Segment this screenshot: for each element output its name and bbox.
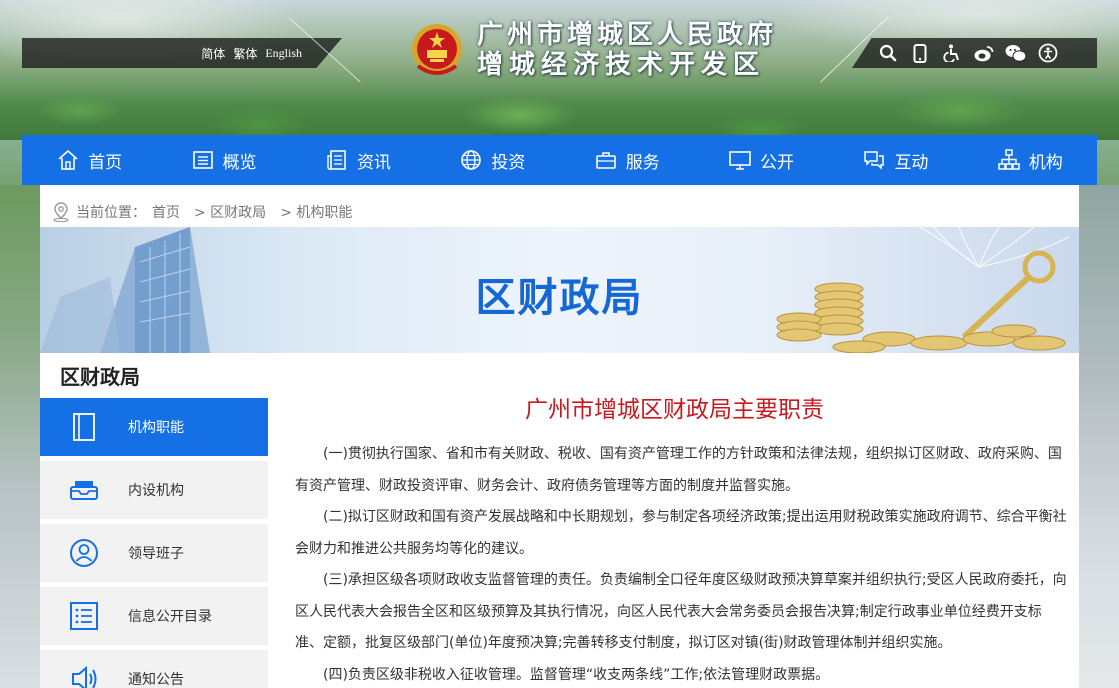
location-pin-icon: [53, 202, 69, 222]
monitor-icon: [729, 151, 751, 170]
nav-item-overview[interactable]: 概览: [156, 135, 290, 185]
news-icon: [327, 150, 346, 170]
sidebar-item-notices[interactable]: 通知公告: [40, 650, 268, 688]
nav-item-home[interactable]: 首页: [22, 135, 156, 185]
sidebar-item-label: 领导班子: [128, 546, 184, 562]
weibo-icon[interactable]: [973, 42, 995, 64]
nav-label: 互动: [894, 152, 929, 173]
article-title: 广州市增城区财政局主要职责: [525, 397, 824, 423]
nav-label: 概览: [222, 152, 257, 173]
article-paragraph: (三)承担区级各项财政收支监督管理的责任。负责编制全口径年度区级财政预决算草案并…: [295, 572, 1067, 651]
nav-label: 资讯: [356, 152, 391, 173]
breadcrumb-home-link[interactable]: 首页: [152, 202, 180, 222]
banner: 区财政局: [40, 227, 1079, 353]
briefcase-icon: [595, 152, 616, 169]
left-scenery: [0, 185, 40, 688]
wechat-icon[interactable]: [1005, 42, 1027, 64]
globe-icon: [461, 150, 482, 170]
breadcrumb-current[interactable]: > 机构职能: [280, 202, 352, 222]
main-nav: 首页 概览 资讯 投资 服务 公开 互动 机构: [22, 135, 1097, 185]
book-icon: [40, 412, 128, 442]
nav-item-interaction[interactable]: 互动: [828, 135, 962, 185]
breadcrumb: 当前位置： 首页 > 区财政局 > 机构职能: [52, 202, 358, 222]
accessibility-icon[interactable]: [941, 42, 963, 64]
nav-item-investment[interactable]: 投资: [425, 135, 559, 185]
language-bar: 简体 繁体 English: [22, 38, 342, 68]
nav-label: 公开: [760, 152, 795, 173]
elder-mode-icon[interactable]: [1037, 42, 1059, 64]
nav-item-news[interactable]: 资讯: [291, 135, 425, 185]
banner-title: 区财政局: [475, 275, 644, 321]
sidebar-item-label: 机构职能: [128, 420, 184, 436]
nav-item-public[interactable]: 公开: [694, 135, 828, 185]
list-icon: [40, 602, 128, 630]
nav-label: 机构: [1028, 152, 1063, 173]
org-chart-icon: [998, 149, 1020, 170]
article-paragraph: (一)贯彻执行国家、省和市有关财政、税收、国有资产管理工作的方针政策和法律法规，…: [295, 446, 1062, 494]
sidebar-item-label: 信息公开目录: [128, 609, 212, 625]
site-title-line2: 增城经济技术开发区: [477, 50, 766, 80]
nav-label: 首页: [88, 152, 123, 173]
home-icon: [58, 149, 78, 170]
overview-icon: [192, 151, 213, 169]
sidebar-item-info-catalog[interactable]: 信息公开目录: [40, 587, 268, 645]
sidebar-item-label: 通知公告: [128, 672, 184, 688]
sidebar-item-leadership[interactable]: 领导班子: [40, 524, 268, 582]
chat-icon: [864, 151, 885, 170]
nav-label: 投资: [491, 152, 526, 173]
search-icon[interactable]: [877, 42, 899, 64]
nav-item-organization[interactable]: 机构: [963, 135, 1097, 185]
nav-label: 服务: [625, 152, 660, 173]
sidebar-menu: 机构职能 内设机构 领导班子 信息公开目录 通知公告: [40, 398, 268, 688]
lang-english-link[interactable]: English: [265, 46, 302, 61]
sidebar-heading: 区财政局: [60, 365, 140, 389]
inbox-icon: [40, 478, 128, 502]
article-paragraph: (四)负责区级非税收入征收管理。监督管理“收支两条线”工作;依法管理财政票据。: [323, 666, 830, 683]
article-body: (一)贯彻执行国家、省和市有关财政、税收、国有资产管理工作的方针政策和法律法规，…: [295, 439, 1067, 688]
breadcrumb-prefix: 当前位置：: [76, 205, 146, 221]
content-area: 当前位置： 首页 > 区财政局 > 机构职能 区财政局 区财政局 机构职能 内设…: [40, 185, 1079, 688]
right-scenery: [1079, 185, 1119, 688]
lang-traditional-link[interactable]: 繁体: [233, 45, 257, 62]
national-emblem-logo: [410, 22, 464, 80]
speaker-icon: [40, 665, 128, 688]
user-icon: [40, 538, 128, 568]
sidebar-item-label: 内设机构: [128, 483, 184, 499]
sidebar-item-departments[interactable]: 内设机构: [40, 461, 268, 519]
nav-item-service[interactable]: 服务: [560, 135, 694, 185]
article-paragraph: (二)拟订区财政和国有资产发展战略和中长期规划，参与制定各项经济政策;提出运用财…: [295, 509, 1067, 557]
site-title-line1: 广州市增城区人民政府: [477, 20, 778, 50]
lang-simplified-link[interactable]: 简体: [201, 45, 225, 62]
tools-bar: [852, 38, 1097, 68]
mobile-icon[interactable]: [909, 42, 931, 64]
sidebar-item-functions[interactable]: 机构职能: [40, 398, 268, 456]
breadcrumb-bureau-link[interactable]: > 区财政局: [194, 202, 266, 222]
site-title: 广州市增城区人民政府 增城经济技术开发区: [477, 20, 777, 80]
